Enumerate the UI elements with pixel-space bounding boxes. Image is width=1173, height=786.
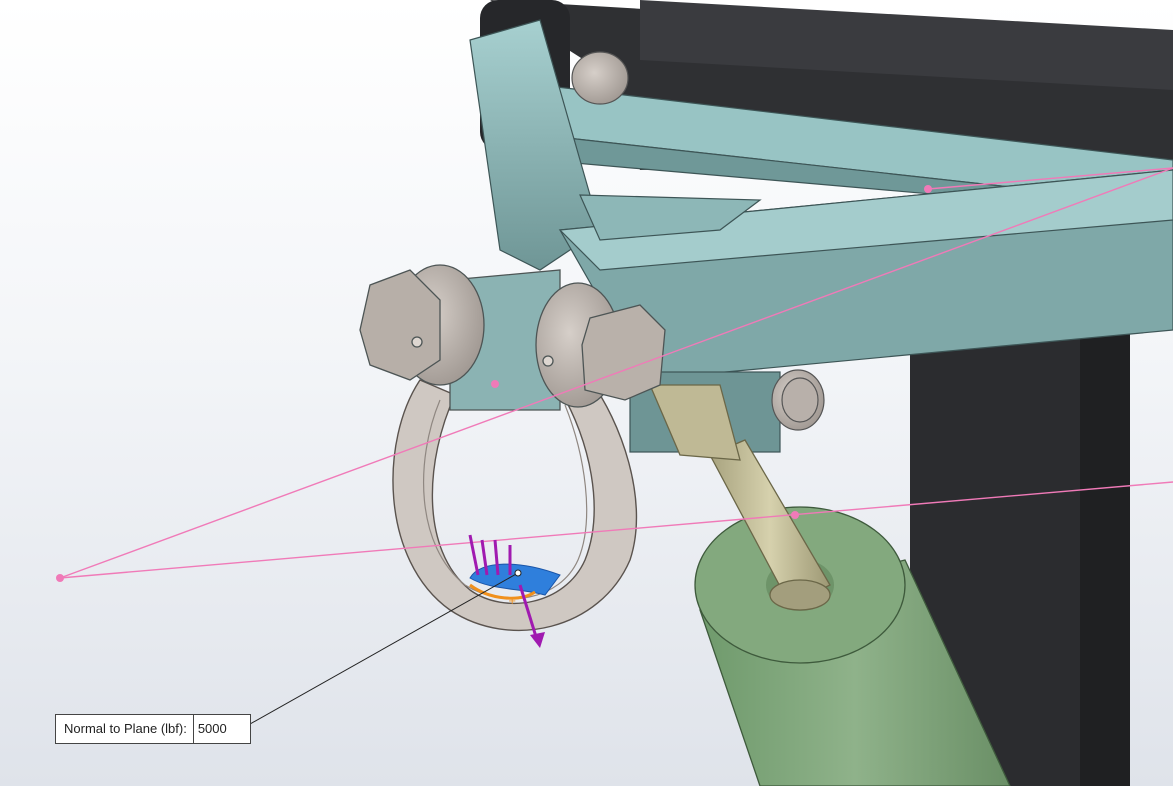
load-value-field[interactable]: 5000	[194, 715, 250, 743]
callout-label: Normal to Plane (lbf):	[56, 715, 194, 743]
svg-text:+: +	[508, 596, 516, 607]
load-value-callout[interactable]: Normal to Plane (lbf): 5000	[55, 714, 251, 744]
callout-leader	[239, 569, 522, 732]
cad-graphics-area[interactable]: +	[0, 0, 1173, 786]
d-shackle	[392, 379, 638, 631]
